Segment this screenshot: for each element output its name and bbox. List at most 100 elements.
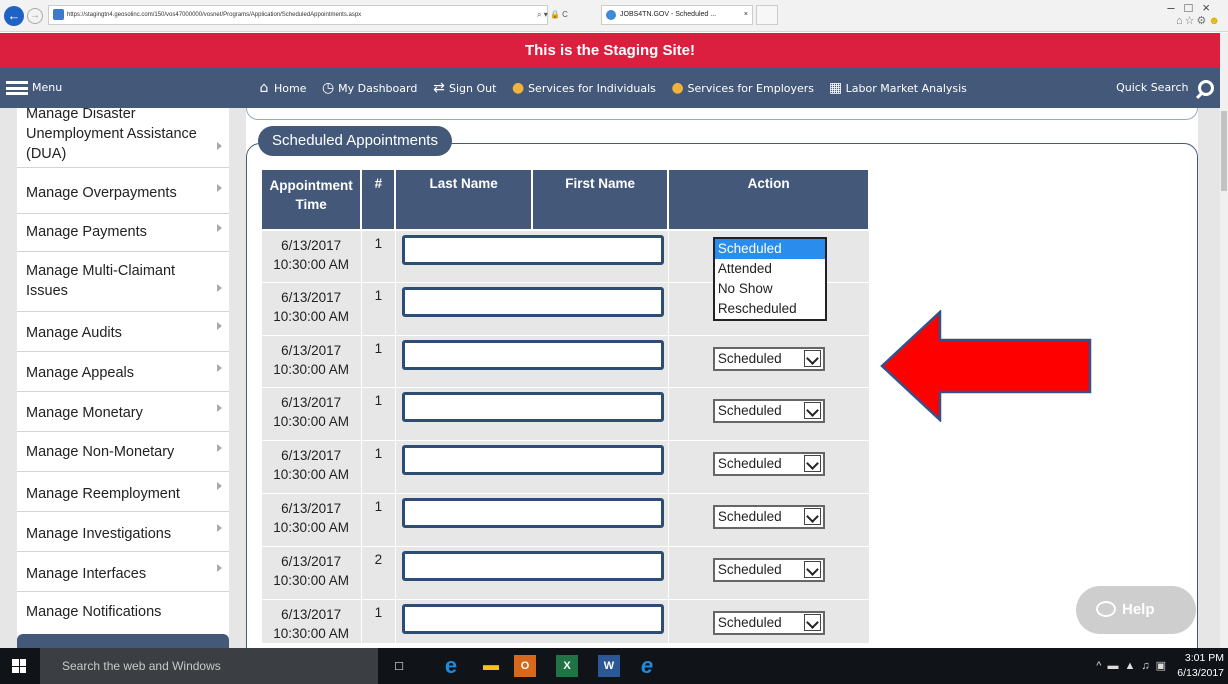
sidebar-item-appeals[interactable]: Manage Appeals xyxy=(17,352,229,392)
system-tray[interactable]: ^▬▲♫▣ xyxy=(1096,659,1172,672)
action-select[interactable]: Scheduled xyxy=(712,610,825,635)
browser-tab[interactable]: JOBS4TN.GOV - Scheduled ... × xyxy=(601,5,753,25)
back-arrow-icon[interactable]: ← xyxy=(4,6,24,26)
notification-icon[interactable]: ▣ xyxy=(1156,660,1172,672)
task-view-icon[interactable]: □ xyxy=(388,655,410,677)
sidebar-item-overpayments[interactable]: Manage Overpayments xyxy=(17,174,229,214)
network-icon[interactable]: ▲ xyxy=(1124,660,1141,672)
nav-employers[interactable]: ● Services for Employers xyxy=(670,80,814,97)
sidebar-item-reemployment[interactable]: Manage Reemployment xyxy=(17,472,229,512)
start-button[interactable] xyxy=(0,648,40,684)
battery-icon[interactable]: ▬ xyxy=(1107,660,1124,672)
page-scrollbar[interactable] xyxy=(1220,33,1228,648)
action-select-value: Scheduled xyxy=(717,508,782,524)
smiley-feedback-icon[interactable]: ☻ xyxy=(1208,15,1222,27)
dropdown-option[interactable]: No Show xyxy=(715,279,825,299)
chevron-down-icon[interactable] xyxy=(803,349,821,367)
sidebar-item-payments[interactable]: Manage Payments xyxy=(17,214,229,252)
claimant-name-field[interactable] xyxy=(401,444,664,475)
action-dropdown-open[interactable]: Scheduled Attended No Show Rescheduled xyxy=(712,237,827,321)
col-header-time: Appointment Time xyxy=(259,168,363,231)
action-select-value: Scheduled xyxy=(717,614,782,630)
table-row: 6/13/2017 10:30:00 AM 1 Scheduled xyxy=(260,334,870,388)
table-row: 6/13/2017 10:30:00 AM 1 Scheduled xyxy=(260,386,870,441)
previous-section-box xyxy=(246,108,1198,120)
menu-button[interactable]: Menu xyxy=(6,80,62,96)
nav-individuals[interactable]: ● Services for Individuals xyxy=(510,80,656,97)
claimant-name-field[interactable] xyxy=(401,391,664,422)
appointment-date: 6/13/2017 xyxy=(281,553,342,569)
tray-chevron-icon[interactable]: ^ xyxy=(1096,660,1107,672)
address-tools[interactable]: ⌕ ▾ 🔒 C xyxy=(537,5,597,25)
nav-dashboard[interactable]: ◷ My Dashboard xyxy=(320,80,417,97)
outlook-icon[interactable]: O xyxy=(514,655,536,677)
chart-icon: ▦ xyxy=(829,80,843,96)
action-select[interactable]: Scheduled xyxy=(712,451,825,476)
sidebar-item-label: Manage Investigations xyxy=(26,526,172,542)
nav-labor-market[interactable]: ▦ Labor Market Analysis xyxy=(828,80,967,97)
help-button[interactable]: Help xyxy=(1076,586,1196,634)
nav-sign-out[interactable]: ⇄ Sign Out xyxy=(431,80,496,97)
appointment-time-cell: 6/13/2017 10:30:00 AM xyxy=(260,439,362,494)
chevron-down-icon[interactable] xyxy=(803,560,821,578)
scrollbar-thumb[interactable] xyxy=(1221,111,1227,191)
table-row: 6/13/2017 10:30:00 AM 1 Scheduled xyxy=(260,492,870,547)
quick-search[interactable]: Quick Search xyxy=(1116,78,1214,98)
favorites-star-icon[interactable]: ☆ xyxy=(1185,15,1197,27)
chevron-down-icon[interactable] xyxy=(803,507,821,525)
sidebar-item-multi-claimant[interactable]: Manage Multi-Claimant Issues xyxy=(17,252,229,312)
forward-arrow-icon[interactable]: → xyxy=(27,8,43,24)
sidebar-item-label: Manage Payments xyxy=(26,224,147,240)
file-explorer-icon[interactable]: ▬ xyxy=(480,655,502,677)
dropdown-option[interactable]: Rescheduled xyxy=(715,299,825,319)
appointment-time: 10:30:00 AM xyxy=(273,257,350,272)
address-bar[interactable]: https://stagingtn4.geosolinc.com/150/vos… xyxy=(48,5,548,25)
action-select[interactable]: Scheduled xyxy=(712,346,825,371)
browser-tools[interactable]: ⌂☆⚙☻ xyxy=(1176,14,1222,27)
chevron-right-icon xyxy=(217,184,222,192)
edge-browser-icon[interactable]: e xyxy=(440,655,462,677)
sidebar-item-audits[interactable]: Manage Audits xyxy=(17,312,229,352)
home-browser-icon[interactable]: ⌂ xyxy=(1176,15,1185,27)
claimant-name-field[interactable] xyxy=(401,339,664,370)
word-icon[interactable]: W xyxy=(598,655,620,677)
dropdown-option[interactable]: Scheduled xyxy=(714,239,825,259)
chevron-down-icon[interactable] xyxy=(803,401,821,419)
sidebar-item-label: Manage Multi-Claimant Issues xyxy=(26,263,176,299)
sidebar-item-notifications[interactable]: Manage Notifications xyxy=(17,592,229,632)
sidebar-item-investigations[interactable]: Manage Investigations xyxy=(17,512,229,552)
sidebar-item-non-monetary[interactable]: Manage Non-Monetary xyxy=(17,432,229,472)
chevron-down-icon[interactable] xyxy=(803,454,821,472)
close-window-icon[interactable]: × xyxy=(1202,0,1220,15)
taskbar-search[interactable]: Search the web and Windows xyxy=(40,648,378,684)
clock-date: 6/13/2017 xyxy=(1177,667,1224,679)
appointments-table: Appointment Time # Last Name First Name … xyxy=(259,168,870,644)
nav-home[interactable]: ⌂ Home xyxy=(256,80,307,97)
excel-icon[interactable]: X xyxy=(556,655,578,677)
settings-gear-icon[interactable]: ⚙ xyxy=(1197,15,1209,27)
chevron-right-icon xyxy=(217,482,222,490)
search-icon[interactable] xyxy=(1198,80,1214,96)
sidebar-item-monetary[interactable]: Manage Monetary xyxy=(17,392,229,432)
claimant-name-field[interactable] xyxy=(401,497,664,528)
internet-explorer-icon[interactable]: e xyxy=(636,655,658,677)
claimant-name-field[interactable] xyxy=(401,235,664,265)
chevron-down-icon[interactable] xyxy=(803,613,821,631)
sidebar-item-interfaces[interactable]: Manage Interfaces xyxy=(17,552,229,592)
action-select[interactable]: Scheduled xyxy=(712,398,825,423)
new-tab-button[interactable] xyxy=(756,5,778,25)
taskbar-clock[interactable]: 3:01 PM 6/13/2017 xyxy=(1177,651,1224,681)
action-select[interactable]: Scheduled xyxy=(712,557,825,582)
window-controls[interactable]: –□× xyxy=(1167,0,1220,15)
sidebar-item-label: Manage Interfaces xyxy=(26,566,147,582)
volume-icon[interactable]: ♫ xyxy=(1141,660,1155,672)
minimize-icon[interactable]: – xyxy=(1167,0,1184,15)
claimant-name-field[interactable] xyxy=(401,550,664,581)
maximize-icon[interactable]: □ xyxy=(1185,0,1203,15)
action-select[interactable]: Scheduled xyxy=(712,504,825,529)
tab-close-icon[interactable]: × xyxy=(744,6,748,24)
sidebar-item-dua[interactable]: Manage Disaster Unemployment Assistance … xyxy=(17,108,229,168)
dropdown-option[interactable]: Attended xyxy=(715,259,825,279)
claimant-name-field[interactable] xyxy=(401,603,664,634)
claimant-name-field[interactable] xyxy=(401,286,664,317)
